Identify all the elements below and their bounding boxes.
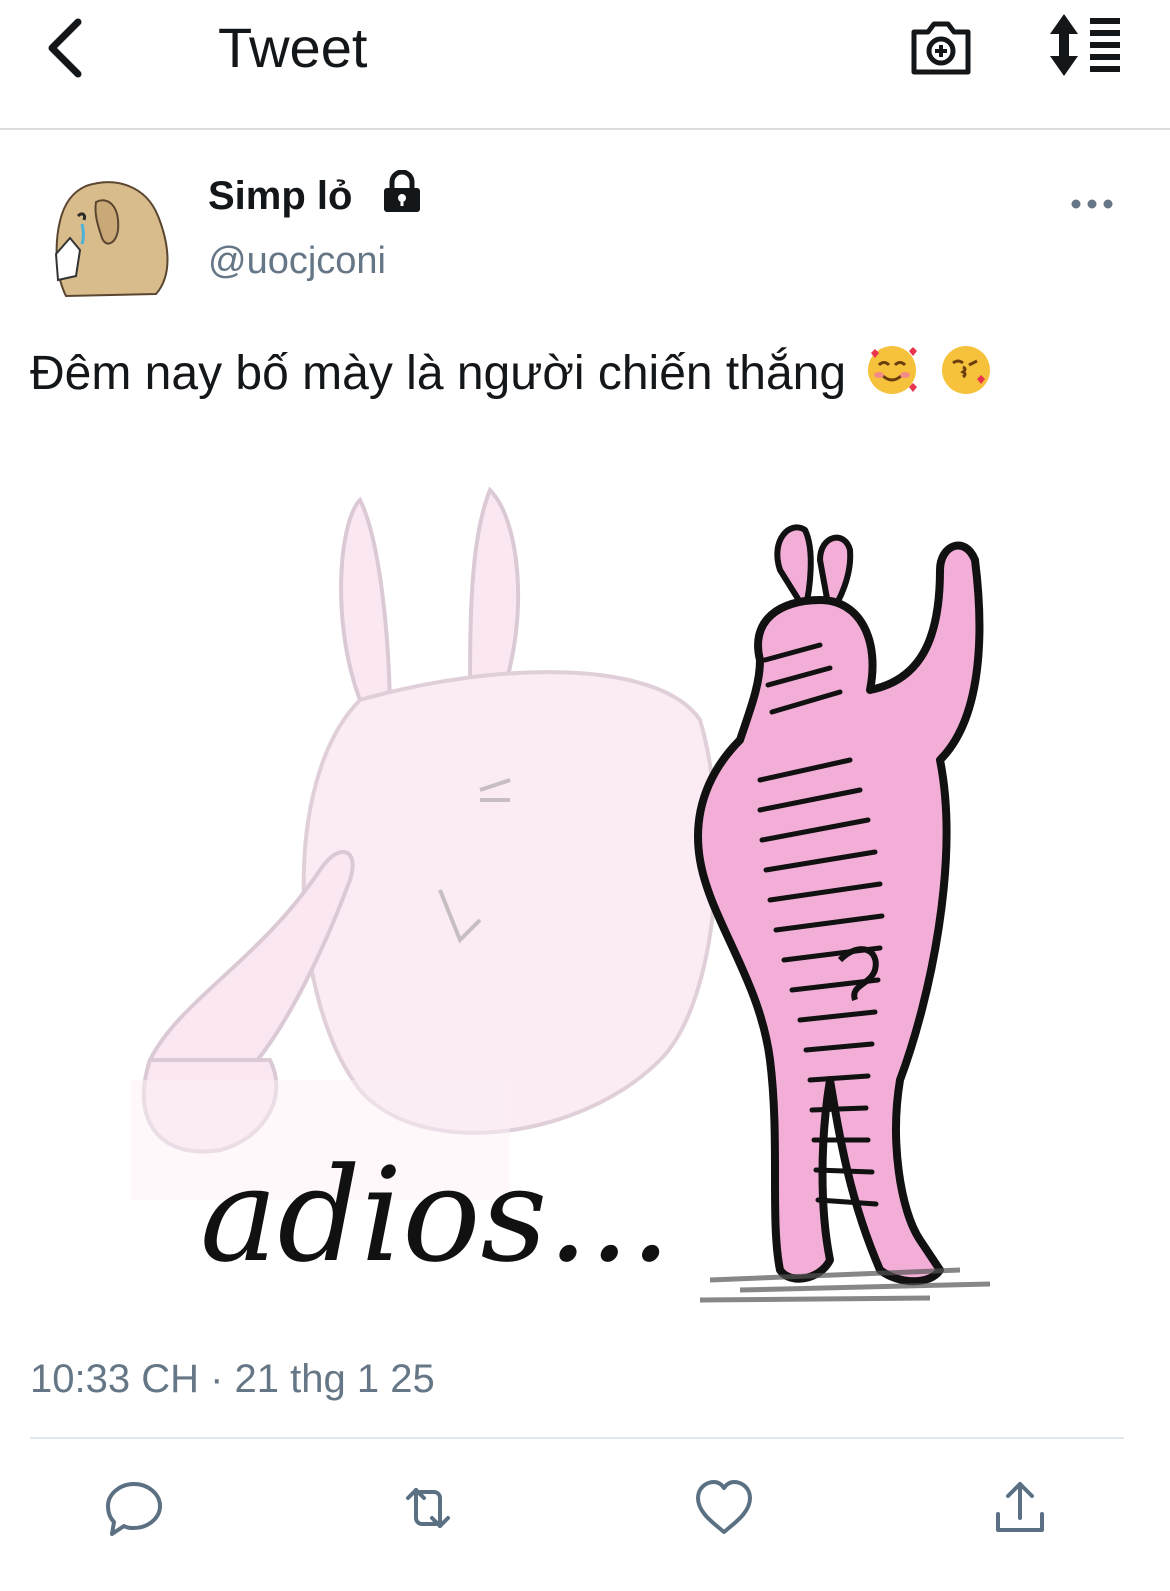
faded-bunny-drawing: [130, 486, 719, 1200]
smiling-face-with-hearts-icon: [868, 346, 918, 394]
back-chevron-icon[interactable]: [40, 12, 100, 84]
sort-list-icon[interactable]: [1044, 14, 1124, 76]
avatar[interactable]: [46, 176, 174, 300]
tweet-text: Đêm nay bố mày là người chiến thắng: [30, 340, 993, 408]
like-icon[interactable]: [692, 1476, 756, 1540]
display-name[interactable]: Simp lỏ: [208, 170, 352, 222]
divider: [30, 1437, 1124, 1439]
face-blowing-kiss-icon: [941, 346, 990, 394]
lock-icon: [384, 170, 420, 212]
tweet-media-image[interactable]: adios...: [60, 440, 1120, 1340]
page-title: Tweet: [218, 16, 368, 79]
pink-bunny-drawing: [694, 524, 991, 1303]
tweet-text-content: Đêm nay bố mày là người chiến thắng: [30, 347, 847, 400]
top-bar: Tweet: [0, 0, 1170, 130]
camera-plus-icon[interactable]: [908, 14, 974, 80]
reply-icon[interactable]: [102, 1476, 166, 1540]
share-icon[interactable]: [988, 1476, 1052, 1540]
more-options-icon[interactable]: [1062, 186, 1122, 222]
timestamp[interactable]: 10:33 CH · 21 thg 1 25: [30, 1352, 435, 1406]
user-handle[interactable]: @uocjconi: [208, 236, 386, 286]
media-caption-text: adios...: [200, 1139, 671, 1291]
retweet-icon[interactable]: [396, 1476, 460, 1540]
